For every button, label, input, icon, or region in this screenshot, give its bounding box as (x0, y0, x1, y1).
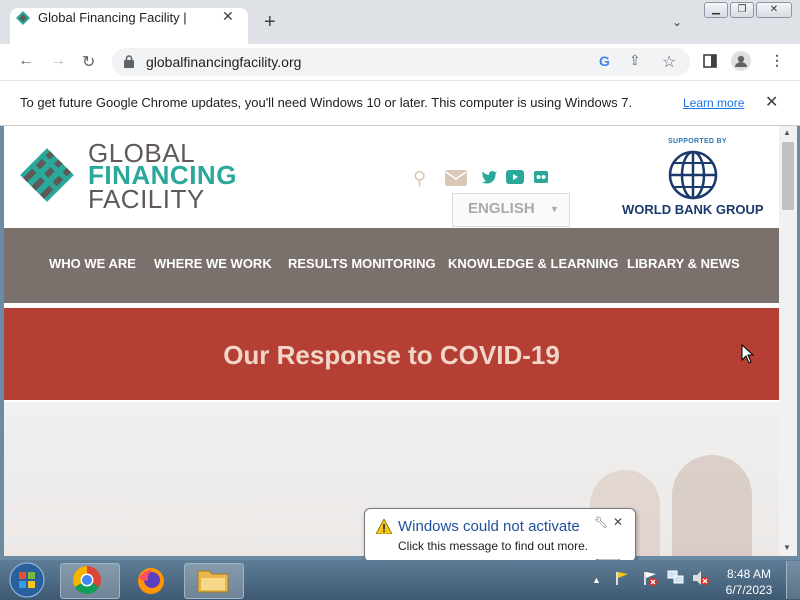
url-text[interactable]: globalfinancingfacility.org (146, 54, 301, 70)
scroll-down-icon[interactable]: ▼ (783, 543, 791, 552)
wrench-icon[interactable]: 🔧︎ (594, 516, 608, 529)
start-button-icon[interactable] (8, 562, 46, 598)
back-icon[interactable]: ← (18, 52, 34, 70)
notification-title[interactable]: Windows could not activate (398, 518, 580, 535)
warning-icon (376, 519, 392, 534)
language-label[interactable]: ENGLISH (468, 200, 535, 217)
logo-text-facility[interactable]: FACILITY (88, 186, 205, 212)
chrome-icon[interactable] (72, 565, 102, 595)
email-icon[interactable] (445, 170, 467, 186)
nav-library-news[interactable]: LIBRARY & NEWS (627, 256, 740, 271)
notification-close-icon[interactable]: ✕ (613, 515, 623, 529)
window-close-button[interactable]: ✕ (756, 2, 792, 18)
youtube-icon[interactable] (506, 170, 524, 184)
search-icon[interactable]: ⚲ (413, 168, 426, 189)
network-icon[interactable] (667, 570, 685, 586)
scroll-up-icon[interactable]: ▲ (783, 128, 791, 137)
reload-icon[interactable]: ↻ (82, 52, 95, 72)
world-bank-globe-icon[interactable] (668, 150, 718, 200)
menu-kebab-icon[interactable]: ⋮ (770, 52, 784, 69)
profile-avatar-icon[interactable] (731, 51, 751, 71)
taskbar-clock[interactable]: 8:48 AM 6/7/2023 (718, 566, 780, 598)
google-icon[interactable]: G (599, 53, 610, 69)
tray-expand-icon[interactable]: ▲ (592, 575, 601, 585)
bookmark-star-icon[interactable]: ☆ (662, 52, 676, 72)
show-desktop-button[interactable] (786, 561, 800, 599)
clock-time[interactable]: 8:48 AM (718, 566, 780, 582)
world-bank-name[interactable]: WORLD BANK GROUP (622, 202, 764, 217)
folder-icon[interactable] (197, 566, 229, 594)
nav-results-monitoring[interactable]: RESULTS MONITORING (288, 256, 436, 271)
scrollbar-thumb[interactable] (782, 142, 794, 210)
side-panel-icon[interactable] (703, 54, 717, 68)
lock-icon[interactable] (124, 55, 134, 68)
action-center-flag-icon[interactable] (614, 570, 630, 586)
language-chevron-down-icon[interactable]: ▼ (550, 204, 559, 214)
banner-title[interactable]: Our Response to COVID-19 (4, 340, 779, 371)
new-tab-icon[interactable]: + (264, 12, 276, 32)
twitter-icon[interactable] (482, 171, 497, 184)
nav-who-we-are[interactable]: WHO WE ARE (49, 256, 136, 271)
share-icon[interactable]: ⇪ (629, 52, 641, 69)
volume-muted-icon[interactable] (692, 570, 710, 586)
action-center-error-icon[interactable] (642, 570, 658, 586)
nav-knowledge-learning[interactable]: KNOWLEDGE & LEARNING (448, 256, 618, 271)
notification-subtitle[interactable]: Click this message to find out more. (398, 539, 588, 553)
learn-more-link[interactable]: Learn more (683, 96, 744, 110)
tab-close-icon[interactable]: ✕ (222, 8, 234, 25)
flickr-icon[interactable] (534, 171, 548, 183)
infobar-close-icon[interactable]: ✕ (765, 92, 778, 112)
restore-button[interactable]: ❐ (730, 2, 754, 18)
nav-where-we-work[interactable]: WHERE WE WORK (154, 256, 272, 271)
mouse-cursor-icon (741, 344, 755, 364)
clock-date[interactable]: 6/7/2023 (718, 582, 780, 598)
site-favicon (16, 11, 30, 25)
tab-title: Global Financing Facility | (38, 10, 187, 25)
gff-logo-mark-icon[interactable] (18, 146, 76, 204)
forward-icon[interactable]: → (50, 52, 66, 70)
tab-search-chevron-icon[interactable]: ⌄ (672, 15, 682, 29)
supported-by-label: SUPPORTED BY (668, 138, 727, 145)
minimize-button[interactable]: ▁ (704, 2, 728, 18)
update-message: To get future Google Chrome updates, you… (20, 95, 633, 110)
hero-figure-2 (672, 455, 752, 556)
firefox-icon[interactable] (136, 566, 166, 596)
